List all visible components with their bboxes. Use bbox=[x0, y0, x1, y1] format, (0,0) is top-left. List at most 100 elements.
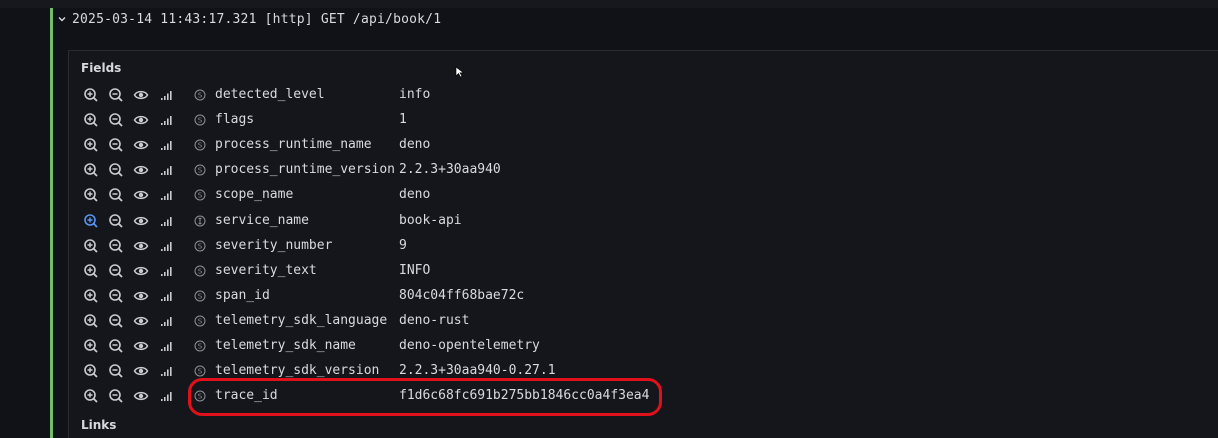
stats-icon[interactable] bbox=[158, 388, 174, 404]
string-type-icon: S bbox=[194, 139, 206, 151]
stats-icon[interactable] bbox=[158, 187, 174, 203]
field-value: f1d6c68fc691b275bb1846cc0a4f3ea4 bbox=[399, 388, 650, 404]
zoom-out-icon[interactable] bbox=[108, 363, 124, 379]
mouse-cursor-icon bbox=[455, 66, 465, 78]
zoom-in-icon[interactable] bbox=[83, 263, 99, 279]
links-title: Links bbox=[81, 418, 117, 432]
zoom-out-icon[interactable] bbox=[108, 87, 124, 103]
zoom-in-icon[interactable] bbox=[83, 162, 99, 178]
field-value: 9 bbox=[399, 237, 407, 253]
zoom-in-icon[interactable] bbox=[83, 87, 99, 103]
zoom-out-icon[interactable] bbox=[108, 263, 124, 279]
eye-icon[interactable] bbox=[133, 338, 149, 354]
zoom-in-icon[interactable] bbox=[83, 313, 99, 329]
string-type-icon: S bbox=[194, 114, 206, 126]
zoom-out-icon[interactable] bbox=[108, 137, 124, 153]
stats-icon[interactable] bbox=[158, 338, 174, 354]
eye-icon[interactable] bbox=[133, 162, 149, 178]
zoom-in-icon[interactable] bbox=[83, 213, 99, 229]
field-name: telemetry_sdk_name bbox=[215, 338, 356, 353]
log-details-panel: Fields Sdetected_level info Sflags 1 Sproces… bbox=[68, 50, 1218, 438]
stats-icon[interactable] bbox=[158, 87, 174, 103]
string-type-icon: S bbox=[194, 240, 206, 252]
zoom-out-icon[interactable] bbox=[108, 112, 124, 128]
field-row-detected-level: Sdetected_level info bbox=[69, 83, 769, 108]
svg-text:S: S bbox=[198, 292, 203, 300]
zoom-out-icon[interactable] bbox=[108, 162, 124, 178]
zoom-in-icon[interactable] bbox=[83, 338, 99, 354]
field-row-process-runtime-name: Sprocess_runtime_name deno bbox=[69, 133, 769, 158]
zoom-out-icon[interactable] bbox=[108, 313, 124, 329]
eye-icon[interactable] bbox=[133, 187, 149, 203]
chevron-down-icon[interactable] bbox=[56, 13, 68, 25]
stats-icon[interactable] bbox=[158, 112, 174, 128]
string-type-icon: S bbox=[194, 340, 206, 352]
svg-text:S: S bbox=[198, 267, 203, 275]
log-entry-text: 2025-03-14 11:43:17.321 [http] GET /api/… bbox=[72, 11, 442, 27]
field-name: telemetry_sdk_version bbox=[215, 363, 380, 379]
zoom-out-icon[interactable] bbox=[108, 187, 124, 203]
eye-icon[interactable] bbox=[133, 137, 149, 153]
zoom-in-icon[interactable] bbox=[83, 137, 99, 153]
string-type-icon: S bbox=[194, 164, 206, 176]
string-type-icon: S bbox=[194, 365, 206, 377]
zoom-in-icon[interactable] bbox=[83, 112, 99, 128]
zoom-in-icon[interactable] bbox=[83, 238, 99, 254]
field-name: trace_id bbox=[215, 388, 278, 404]
field-row-trace-id: Strace_id f1d6c68fc691b275bb1846cc0a4f3ea… bbox=[69, 384, 769, 409]
zoom-out-icon[interactable] bbox=[108, 238, 124, 254]
log-entry-row[interactable]: 2025-03-14 11:43:17.321 [http] GET /api/… bbox=[56, 8, 1218, 30]
field-row-span-id: Sspan_id 804c04ff68bae72c bbox=[69, 284, 769, 309]
zoom-in-icon[interactable] bbox=[83, 388, 99, 404]
field-name: severity_text bbox=[215, 262, 317, 278]
zoom-in-icon[interactable] bbox=[83, 363, 99, 379]
eye-icon[interactable] bbox=[133, 238, 149, 254]
zoom-out-icon[interactable] bbox=[108, 338, 124, 354]
string-type-icon: S bbox=[194, 189, 206, 201]
stats-icon[interactable] bbox=[158, 363, 174, 379]
field-value: 2.2.3+30aa940 bbox=[399, 162, 501, 178]
field-name: telemetry_sdk_language bbox=[215, 312, 388, 328]
field-name: span_id bbox=[215, 287, 270, 303]
eye-icon[interactable] bbox=[133, 388, 149, 404]
field-value: INFO bbox=[399, 262, 431, 278]
field-name: scope_name bbox=[215, 187, 294, 203]
stats-icon[interactable] bbox=[158, 162, 174, 178]
stats-icon[interactable] bbox=[158, 137, 174, 153]
eye-icon[interactable] bbox=[133, 313, 149, 329]
indexed-type-icon bbox=[194, 215, 206, 227]
field-row-telemetry-sdk-language: Stelemetry_sdk_language deno-rust bbox=[69, 309, 769, 334]
eye-icon[interactable] bbox=[133, 288, 149, 304]
zoom-in-icon[interactable] bbox=[83, 187, 99, 203]
stats-icon[interactable] bbox=[158, 263, 174, 279]
svg-text:S: S bbox=[198, 343, 203, 351]
stats-icon[interactable] bbox=[158, 238, 174, 254]
zoom-out-icon[interactable] bbox=[108, 288, 124, 304]
field-row-process-runtime-version: Sprocess_runtime_version 2.2.3+30aa940 bbox=[69, 158, 769, 183]
field-value: info bbox=[399, 87, 431, 102]
svg-text:S: S bbox=[198, 167, 203, 175]
svg-text:S: S bbox=[198, 142, 203, 150]
svg-text:S: S bbox=[198, 317, 203, 325]
field-row-flags: Sflags 1 bbox=[69, 108, 769, 133]
eye-icon[interactable] bbox=[133, 87, 149, 103]
field-value: deno-opentelemetry bbox=[399, 338, 540, 353]
stats-icon[interactable] bbox=[158, 288, 174, 304]
eye-icon[interactable] bbox=[133, 112, 149, 128]
zoom-in-icon[interactable] bbox=[83, 288, 99, 304]
field-value: deno-rust bbox=[399, 312, 470, 328]
field-value: 2.2.3+30aa940-0.27.1 bbox=[399, 363, 556, 379]
zoom-out-icon[interactable] bbox=[108, 388, 124, 404]
eye-icon[interactable] bbox=[133, 213, 149, 229]
field-row-severity-number: Sseverity_number 9 bbox=[69, 234, 769, 259]
field-name: flags bbox=[215, 112, 255, 128]
stats-icon[interactable] bbox=[158, 213, 174, 229]
eye-icon[interactable] bbox=[133, 263, 149, 279]
eye-icon[interactable] bbox=[133, 363, 149, 379]
header-strip bbox=[0, 0, 1218, 8]
string-type-icon: S bbox=[194, 390, 206, 402]
stats-icon[interactable] bbox=[158, 313, 174, 329]
log-level-indicator bbox=[50, 8, 53, 438]
field-row-severity-text: Sseverity_text INFO bbox=[69, 259, 769, 284]
zoom-out-icon[interactable] bbox=[108, 213, 124, 229]
